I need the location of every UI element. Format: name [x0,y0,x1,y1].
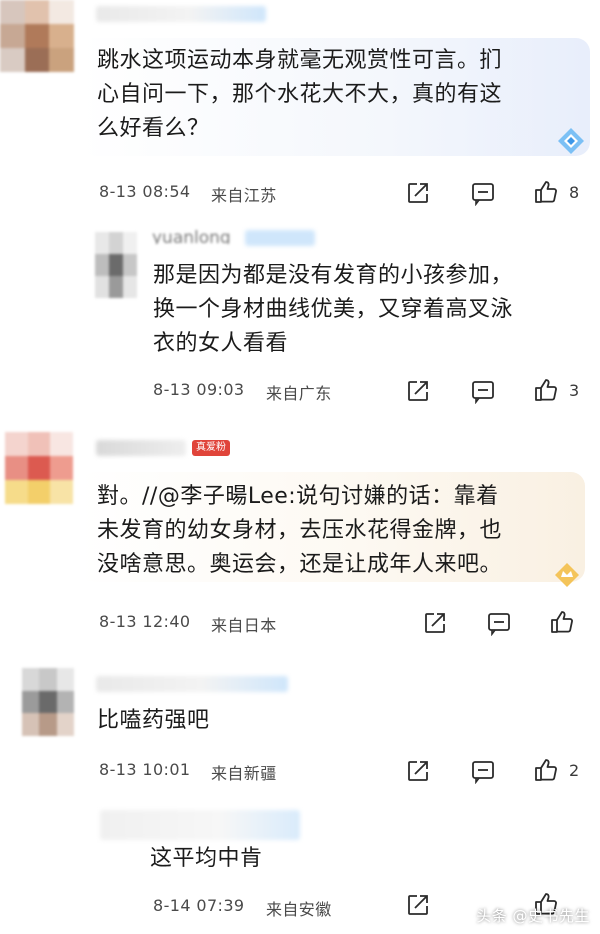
avatar[interactable] [95,232,137,298]
comment-time: 8-13 10:01 [99,760,191,779]
username[interactable] [96,676,288,692]
comment-location: 来自安徽 [266,900,332,919]
comment-text: 这平均中肯 [150,846,263,871]
thumbs-up-icon[interactable] [533,757,559,783]
crown-badge-icon [552,560,582,590]
thumbs-up-icon[interactable] [549,609,575,635]
comment-text: 跳水这项运动本身就毫无观赏性可言。扪 心自问一下，那个水花大不大，真的有这 么好… [97,48,503,141]
comment-text: 那是因为都是没有发育的小孩参加， 换一个身材曲线优美，又穿着高叉泳 衣的女人看看 [153,263,514,356]
share-icon[interactable] [405,180,431,206]
thumbs-up-icon[interactable] [533,377,559,403]
comment-text: 比嗑药强吧 [97,708,210,733]
share-icon[interactable] [405,892,431,918]
comment-location: 来自江苏 [211,186,277,205]
like-count: 3 [569,381,580,400]
comment-icon[interactable] [470,180,496,207]
comment-time: 8-13 09:03 [153,380,245,399]
comment-location: 来自广东 [266,384,332,403]
like-count: 8 [569,183,580,202]
username[interactable] [96,6,266,22]
comment-location: 来自新疆 [211,764,277,783]
avatar[interactable] [5,432,73,504]
comment-time: 8-13 12:40 [99,612,191,631]
username[interactable] [96,440,186,456]
thumbs-up-icon[interactable] [533,179,559,205]
comment-icon[interactable] [470,758,496,785]
avatar[interactable] [22,668,74,736]
comment-time: 8-14 07:39 [153,896,245,915]
username[interactable]: yuanlong [152,228,231,244]
comment-icon[interactable] [486,610,512,637]
share-icon[interactable] [405,758,431,784]
username[interactable] [100,810,300,840]
comment-time: 8-13 08:54 [99,182,191,201]
share-icon[interactable] [422,610,448,636]
comment-icon[interactable] [470,378,496,405]
avatar[interactable] [0,0,74,72]
username-blur [245,230,315,246]
comment-location: 来自日本 [211,616,277,635]
share-icon[interactable] [405,378,431,404]
fan-tag: 真爱粉 [192,440,230,456]
comment-text: 對。//@李子暘Lee:说句讨嫌的话：靠着 未发育的幼女身材，去压水花得金牌，也… [97,484,503,577]
watermark: 头条 @史书先生 [476,907,590,925]
like-count: 2 [569,761,580,780]
diamond-badge-icon [556,126,586,156]
